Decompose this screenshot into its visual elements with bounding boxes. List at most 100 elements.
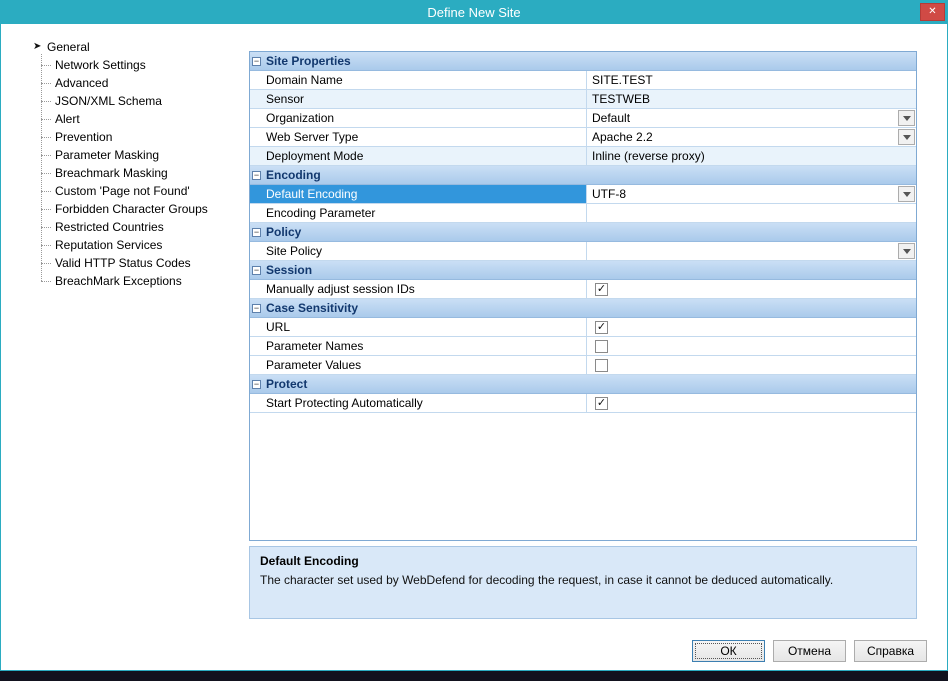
section-title: Session [266, 263, 312, 277]
property-row[interactable]: OrganizationDefault [250, 109, 916, 128]
cancel-button[interactable]: Отмена [773, 640, 846, 662]
property-row[interactable]: Site Policy [250, 242, 916, 261]
ok-button[interactable]: ОК [692, 640, 765, 662]
checkbox-checked[interactable]: ✓ [595, 321, 608, 334]
property-label: Parameter Values [250, 356, 587, 374]
property-value [587, 356, 916, 374]
dropdown-arrow-icon[interactable] [898, 129, 915, 145]
sidebar-item-prevention[interactable]: Prevention [13, 128, 235, 146]
tree-connector [41, 83, 51, 84]
property-row[interactable]: Domain NameSITE.TEST [250, 71, 916, 90]
checkbox-checked[interactable]: ✓ [595, 397, 608, 410]
checkbox-unchecked[interactable] [595, 359, 608, 372]
sidebar-item-label: Custom 'Page not Found' [55, 184, 190, 198]
sidebar-item-label: Breachmark Masking [55, 166, 168, 180]
property-value[interactable]: UTF-8 [587, 185, 916, 203]
value-text: TESTWEB [592, 92, 650, 106]
section-header[interactable]: −Session [250, 261, 916, 280]
property-value[interactable] [587, 242, 916, 260]
sidebar-item-breachmark-exceptions[interactable]: BreachMark Exceptions [13, 272, 235, 290]
sidebar-item-reputation-services[interactable]: Reputation Services [13, 236, 235, 254]
dropdown-arrow-icon[interactable] [898, 186, 915, 202]
tree-connector [41, 263, 51, 264]
property-value[interactable]: Default [587, 109, 916, 127]
sidebar-item-parameter-masking[interactable]: Parameter Masking [13, 146, 235, 164]
checkbox-unchecked[interactable] [595, 340, 608, 353]
property-label: Parameter Names [250, 337, 587, 355]
tree-connector [41, 209, 51, 210]
section-header[interactable]: −Site Properties [250, 52, 916, 71]
value-text: UTF-8 [592, 187, 626, 201]
dialog-content: ➤General Network Settings Advanced JSON/XML… [1, 24, 947, 670]
property-row[interactable]: Default Encoding UTF-8 [250, 185, 916, 204]
property-label: Manually adjust session IDs [250, 280, 587, 298]
sidebar-item-json-xml-schema[interactable]: JSON/XML Schema [13, 92, 235, 110]
collapse-icon[interactable]: − [252, 304, 261, 313]
sidebar-item-advanced[interactable]: Advanced [13, 74, 235, 92]
collapse-icon[interactable]: − [252, 228, 261, 237]
collapse-icon[interactable]: − [252, 171, 261, 180]
property-row[interactable]: URL✓ [250, 318, 916, 337]
section-header[interactable]: −Protect [250, 375, 916, 394]
help-button[interactable]: Справка [854, 640, 927, 662]
sidebar-item-label: JSON/XML Schema [55, 94, 162, 108]
sidebar-item-alert[interactable]: Alert [13, 110, 235, 128]
property-label: Encoding Parameter [250, 204, 587, 222]
sidebar-item-restricted-countries[interactable]: Restricted Countries [13, 218, 235, 236]
property-value: ✓ [587, 280, 916, 298]
sidebar-item-label: Forbidden Character Groups [55, 202, 208, 216]
collapse-icon[interactable]: − [252, 57, 261, 66]
section-header[interactable]: −Encoding [250, 166, 916, 185]
property-value[interactable] [587, 204, 916, 222]
close-icon[interactable]: ✕ [920, 3, 945, 21]
sidebar-item-label: Valid HTTP Status Codes [55, 256, 191, 270]
tree-connector [41, 191, 51, 192]
sidebar-item-forbidden-character-groups[interactable]: Forbidden Character Groups [13, 200, 235, 218]
property-label: Organization [250, 109, 587, 127]
sidebar-item-label: Alert [55, 112, 80, 126]
sidebar-item-breachmark-masking[interactable]: Breachmark Masking [13, 164, 235, 182]
property-label: Deployment Mode [250, 147, 587, 165]
property-row[interactable]: SensorTESTWEB [250, 90, 916, 109]
checkbox-checked[interactable]: ✓ [595, 283, 608, 296]
sidebar-item-valid-http-status-codes[interactable]: Valid HTTP Status Codes [13, 254, 235, 272]
section-header[interactable]: −Policy [250, 223, 916, 242]
dropdown-arrow-icon[interactable] [898, 243, 915, 259]
section-title: Policy [266, 225, 301, 239]
define-new-site-dialog: Define New Site ✕ ➤General Network Settin… [0, 0, 948, 671]
sidebar-item-custom-page-not-found[interactable]: Custom 'Page not Found' [13, 182, 235, 200]
window-title: Define New Site [427, 5, 520, 20]
property-value[interactable]: SITE.TEST [587, 71, 916, 89]
sidebar-item-network-settings[interactable]: Network Settings [13, 56, 235, 74]
titlebar[interactable]: Define New Site ✕ [1, 1, 947, 24]
sidebar-item-label: Restricted Countries [55, 220, 164, 234]
collapse-icon[interactable]: − [252, 266, 261, 275]
property-row[interactable]: Manually adjust session IDs ✓ [250, 280, 916, 299]
sidebar-tree: ➤General Network Settings Advanced JSON/XML… [13, 38, 235, 290]
description-box: Default Encoding The character set used … [249, 546, 917, 619]
selected-item-arrow-icon: ➤ [33, 40, 47, 54]
section-title: Case Sensitivity [266, 301, 358, 315]
property-row[interactable]: Start Protecting Automatically✓ [250, 394, 916, 413]
property-row[interactable]: Parameter Names [250, 337, 916, 356]
property-row[interactable]: Parameter Values [250, 356, 916, 375]
property-value: TESTWEB [587, 90, 916, 108]
property-row[interactable]: Deployment ModeInline (reverse proxy) [250, 147, 916, 166]
tree-connector [41, 119, 51, 120]
property-row[interactable]: Encoding Parameter [250, 204, 916, 223]
sidebar-item-label: BreachMark Exceptions [55, 274, 182, 288]
sidebar-item-general[interactable]: ➤General [13, 38, 235, 56]
property-value: Inline (reverse proxy) [587, 147, 916, 165]
section-title: Site Properties [266, 54, 351, 68]
sidebar-item-label: Reputation Services [55, 238, 162, 252]
sidebar-item-label: General [47, 40, 90, 54]
tree-connector [41, 137, 51, 138]
property-label: Default Encoding [250, 185, 587, 203]
property-value[interactable]: Apache 2.2 [587, 128, 916, 146]
dropdown-arrow-icon[interactable] [898, 110, 915, 126]
sidebar-item-label: Network Settings [55, 58, 146, 72]
collapse-icon[interactable]: − [252, 380, 261, 389]
sidebar-item-label: Prevention [55, 130, 112, 144]
property-row[interactable]: Web Server TypeApache 2.2 [250, 128, 916, 147]
section-header[interactable]: −Case Sensitivity [250, 299, 916, 318]
